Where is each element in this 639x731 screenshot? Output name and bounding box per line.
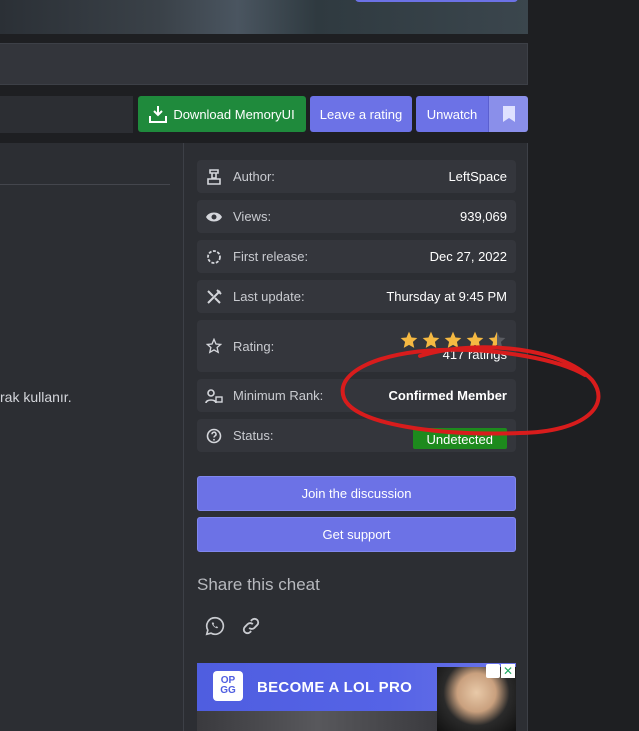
min-rank-label: Minimum Rank:	[233, 388, 324, 403]
description-fragment: rak kullanır.	[0, 389, 72, 405]
whatsapp-icon[interactable]	[204, 615, 226, 637]
eye-icon	[205, 208, 223, 226]
unwatch-label: Unwatch	[426, 106, 478, 122]
author-label: Author:	[233, 169, 275, 184]
share-icons	[204, 615, 262, 637]
leave-rating-button[interactable]: Leave a rating	[310, 96, 412, 132]
download-label: Download MemoryUI	[173, 106, 295, 122]
user-lock-icon	[205, 387, 223, 405]
star-icon	[400, 331, 418, 348]
info-sidebar: Author: LeftSpace Views: 939,069 First r…	[183, 143, 528, 731]
join-discussion-label: Join the discussion	[301, 486, 412, 501]
info-row-views: Views: 939,069	[197, 200, 516, 233]
star-icon	[422, 331, 440, 348]
star-outline-icon	[205, 337, 223, 355]
views-label: Views:	[233, 209, 272, 224]
download-icon	[149, 106, 168, 123]
page-margin	[528, 0, 639, 731]
ad-close-icon[interactable]: ✕	[501, 664, 515, 678]
info-row-status: Status: Undetected	[197, 419, 516, 452]
leave-rating-label: Leave a rating	[319, 106, 403, 122]
last-update-label: Last update:	[233, 289, 305, 304]
last-update-value: Thursday at 9:45 PM	[386, 289, 507, 304]
header-banner	[0, 0, 528, 34]
author-value[interactable]: LeftSpace	[448, 169, 507, 184]
ad-logo: OP GG	[213, 671, 243, 701]
banner-button[interactable]	[355, 0, 518, 2]
ad-headline: BECOME A LOL PRO	[257, 679, 413, 696]
rating-label: Rating:	[233, 338, 275, 354]
advertisement[interactable]: OP GG BECOME A LOL PRO ✕	[197, 663, 516, 731]
join-discussion-button[interactable]: Join the discussion	[197, 476, 516, 511]
ad-info-icon[interactable]	[486, 664, 500, 678]
status-label: Status:	[233, 428, 274, 443]
info-row-rating: Rating: 417 ratings	[197, 320, 516, 372]
share-title: Share this cheat	[197, 575, 320, 594]
views-value: 939,069	[460, 209, 507, 224]
content-divider	[0, 184, 170, 185]
min-rank-value[interactable]: Confirmed Member	[389, 388, 507, 403]
rating-stars-block: 417 ratings	[399, 330, 507, 362]
first-release-value: Dec 27, 2022	[429, 249, 507, 264]
action-row: Download MemoryUI Leave a rating Unwatch	[0, 96, 528, 133]
main-content: rak kullanır.	[0, 143, 183, 731]
tools-icon	[205, 288, 223, 306]
ad-bottom-strip	[197, 711, 437, 731]
info-row-min-rank: Minimum Rank: Confirmed Member	[197, 379, 516, 412]
author-icon	[205, 168, 223, 186]
link-icon[interactable]	[240, 615, 262, 637]
action-row-left	[0, 96, 133, 133]
get-support-button[interactable]: Get support	[197, 517, 516, 552]
info-row-first-release: First release: Dec 27, 2022	[197, 240, 516, 273]
bookmark-button[interactable]	[488, 96, 528, 132]
get-support-label: Get support	[322, 527, 391, 542]
tab-bar	[0, 43, 528, 85]
info-row-last-update: Last update: Thursday at 9:45 PM	[197, 280, 516, 313]
first-release-label: First release:	[233, 249, 309, 264]
question-icon	[205, 427, 223, 445]
unwatch-button[interactable]: Unwatch	[416, 96, 488, 132]
download-button[interactable]: Download MemoryUI	[138, 96, 306, 132]
info-row-author: Author: LeftSpace	[197, 160, 516, 193]
circle-icon	[205, 248, 223, 266]
bookmark-icon	[502, 106, 515, 122]
status-badge: Undetected	[412, 428, 507, 449]
ratings-count: 417 ratings	[442, 347, 507, 362]
